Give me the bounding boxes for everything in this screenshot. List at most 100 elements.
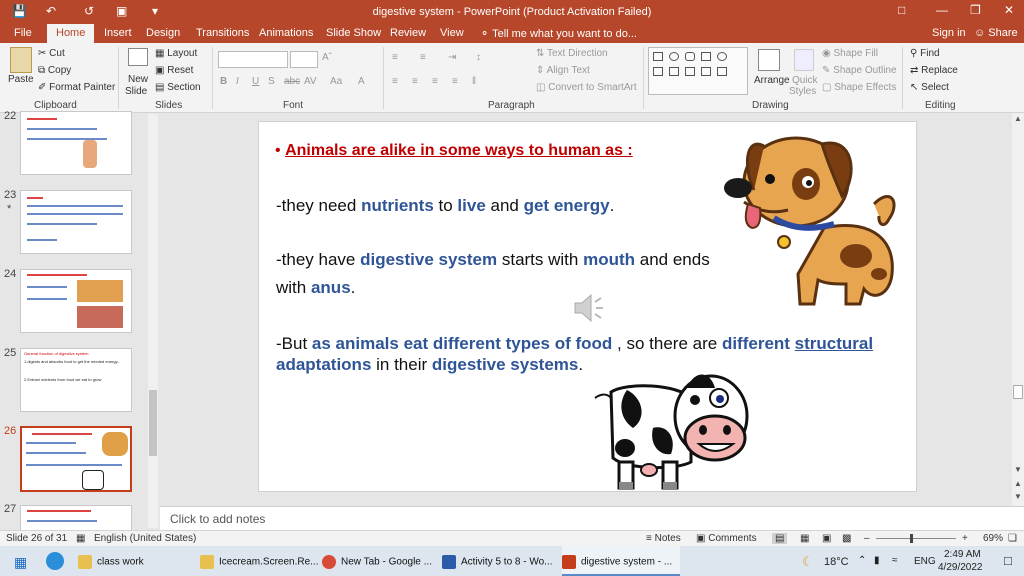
arrow-shape-icon[interactable] bbox=[685, 67, 695, 76]
shape-outline-button[interactable]: ✎ Shape Outline bbox=[822, 65, 897, 76]
underline-icon[interactable]: U bbox=[252, 76, 259, 87]
italic-icon[interactable]: I bbox=[236, 76, 239, 87]
normal-view-icon[interactable]: ▤ bbox=[772, 533, 788, 544]
slide-sorter-icon[interactable]: ▦ bbox=[800, 533, 809, 544]
arrange-icon[interactable] bbox=[758, 49, 780, 71]
battery-icon[interactable]: ▮ bbox=[874, 555, 880, 566]
windows-start-icon[interactable]: ▦ bbox=[14, 554, 27, 571]
line-shape-icon[interactable] bbox=[669, 67, 679, 76]
indent-icon[interactable]: ⇥ bbox=[448, 52, 456, 63]
numbering-icon[interactable]: ≡ bbox=[420, 52, 426, 63]
language-indicator[interactable]: English (United States) bbox=[94, 533, 196, 544]
previous-slide-icon[interactable]: ▲ bbox=[1014, 479, 1022, 488]
slide-thumbnail-24[interactable] bbox=[20, 269, 132, 333]
notes-pane[interactable]: Click to add notes bbox=[160, 506, 1024, 530]
scroll-up-icon[interactable]: ▲ bbox=[1014, 114, 1022, 123]
zoom-slider[interactable] bbox=[876, 538, 956, 539]
share-button[interactable]: ☺ Share bbox=[974, 27, 1018, 39]
slide-thumbnail-25[interactable]: General function of digestive system 1.d… bbox=[20, 348, 132, 412]
reset-button[interactable]: ▣ Reset bbox=[155, 65, 193, 76]
taskbar-app-class-work[interactable]: class work bbox=[78, 546, 196, 576]
new-slide-icon[interactable] bbox=[128, 48, 148, 66]
tab-file[interactable]: File bbox=[14, 27, 32, 39]
tab-review[interactable]: Review bbox=[390, 27, 426, 39]
slide-thumbnail-27[interactable] bbox=[20, 505, 132, 531]
quick-styles-icon[interactable] bbox=[794, 49, 814, 71]
close-button[interactable]: ✕ bbox=[1004, 3, 1014, 17]
tab-transitions[interactable]: Transitions bbox=[196, 27, 249, 39]
reading-view-icon[interactable]: ▣ bbox=[822, 533, 831, 544]
slide-thumbnail-23[interactable] bbox=[20, 190, 132, 254]
slideshow-view-icon[interactable]: ▩ bbox=[842, 533, 851, 544]
paste-button[interactable]: Paste bbox=[8, 74, 34, 85]
zoom-in-icon[interactable]: + bbox=[962, 533, 968, 544]
bullets-icon[interactable]: ≡ bbox=[392, 52, 398, 63]
layout-button[interactable]: ▦ Layout bbox=[155, 48, 197, 59]
paste-icon[interactable] bbox=[10, 47, 32, 73]
slide-text-line-1[interactable]: -they need nutrients to live and get ene… bbox=[276, 195, 614, 216]
comments-toggle[interactable]: ▣ Comments bbox=[696, 533, 757, 544]
cut-button[interactable]: ✂ Cut bbox=[38, 48, 65, 59]
align-text-button[interactable]: ⇕ Align Text bbox=[536, 65, 590, 76]
slide-text-line-4[interactable]: -But as animals eat different types of f… bbox=[276, 333, 873, 354]
scrollbar-thumb[interactable] bbox=[1013, 385, 1023, 399]
font-size-box[interactable] bbox=[290, 51, 318, 68]
show-hidden-icons-icon[interactable]: ⌃ bbox=[858, 555, 866, 566]
triangle-shape-icon[interactable] bbox=[653, 67, 663, 76]
slide-text-line-5[interactable]: adaptations in their digestive systems. bbox=[276, 354, 583, 375]
slide-thumbnail-22[interactable] bbox=[20, 111, 132, 175]
shapes-gallery[interactable] bbox=[648, 47, 748, 95]
minimize-button[interactable]: — bbox=[936, 3, 948, 17]
section-button[interactable]: ▤ Section bbox=[155, 82, 201, 93]
tab-view[interactable]: View bbox=[440, 27, 464, 39]
tab-home[interactable]: Home bbox=[47, 24, 95, 43]
taskbar-app-word[interactable]: Activity 5 to 8 - Wo... bbox=[442, 546, 560, 576]
text-direction-button[interactable]: ⇅ Text Direction bbox=[536, 48, 608, 59]
align-right-icon[interactable]: ≡ bbox=[432, 76, 438, 87]
thumbnail-scrollbar[interactable] bbox=[148, 114, 158, 528]
font-name-box[interactable] bbox=[218, 51, 288, 68]
input-language[interactable]: ENG bbox=[914, 556, 936, 567]
notification-icon[interactable]: □ bbox=[1004, 553, 1012, 568]
tab-slide-show[interactable]: Slide Show bbox=[326, 27, 381, 39]
star-shape-icon[interactable] bbox=[701, 67, 711, 76]
select-button[interactable]: ↖ Select bbox=[910, 82, 949, 93]
shape-effects-button[interactable]: ▢ Shape Effects bbox=[822, 82, 896, 93]
zoom-out-icon[interactable]: – bbox=[864, 533, 870, 544]
oval-shape-icon[interactable] bbox=[669, 52, 679, 61]
format-painter-button[interactable]: ✐ Format Painter bbox=[38, 82, 115, 93]
slide-text-line-2[interactable]: -they have digestive system starts with … bbox=[276, 249, 710, 270]
rectangle-shape-icon[interactable] bbox=[653, 52, 663, 61]
next-slide-icon[interactable]: ▼ bbox=[1014, 492, 1022, 501]
justify-icon[interactable]: ≡ bbox=[452, 76, 458, 87]
change-case-icon[interactable]: Aa bbox=[330, 76, 342, 87]
slide-thumbnail-26-selected[interactable] bbox=[20, 426, 132, 492]
ribbon-display-icon[interactable]: □ bbox=[898, 3, 905, 17]
circle-shape-icon[interactable] bbox=[717, 52, 727, 61]
scroll-down-icon[interactable]: ▼ bbox=[1014, 465, 1022, 474]
align-left-icon[interactable]: ≡ bbox=[392, 76, 398, 87]
sign-in-link[interactable]: Sign in bbox=[932, 27, 966, 39]
replace-button[interactable]: ⇄ Replace bbox=[910, 65, 958, 76]
taskbar-app-powerpoint[interactable]: digestive system - ... bbox=[562, 546, 680, 576]
bold-icon[interactable]: B bbox=[220, 76, 227, 87]
tab-insert[interactable]: Insert bbox=[104, 27, 132, 39]
find-button[interactable]: ⚲ Find bbox=[910, 48, 940, 59]
tab-design[interactable]: Design bbox=[146, 27, 180, 39]
font-color-icon[interactable]: A bbox=[358, 76, 365, 87]
zoom-level[interactable]: 69% bbox=[983, 533, 1003, 544]
quick-styles-button[interactable]: Quick bbox=[792, 75, 818, 86]
spell-check-icon[interactable]: ▦ bbox=[76, 533, 85, 544]
current-slide[interactable]: • Animals are alike in some ways to huma… bbox=[258, 121, 917, 492]
tell-me-search[interactable]: ⚬ Tell me what you want to do... bbox=[480, 27, 637, 40]
scrollbar-thumb[interactable] bbox=[149, 390, 157, 456]
char-spacing-icon[interactable]: AV bbox=[304, 76, 317, 87]
audio-speaker-icon[interactable] bbox=[571, 292, 607, 324]
align-center-icon[interactable]: ≡ bbox=[412, 76, 418, 87]
grow-font-icon[interactable]: Aˆ bbox=[322, 52, 332, 63]
notes-toggle[interactable]: ≡ Notes bbox=[646, 533, 681, 544]
zoom-slider-thumb[interactable] bbox=[910, 534, 913, 543]
line-spacing-icon[interactable]: ↕ bbox=[476, 52, 481, 63]
weather-moon-icon[interactable]: ☾ bbox=[802, 554, 814, 570]
tab-animations[interactable]: Animations bbox=[259, 27, 313, 39]
